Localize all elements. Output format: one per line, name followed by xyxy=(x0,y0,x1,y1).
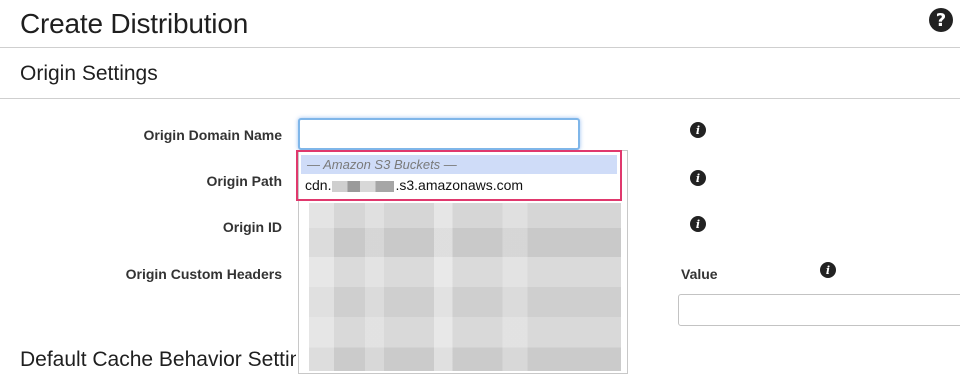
help-icon[interactable]: ? xyxy=(929,8,953,32)
divider xyxy=(0,98,960,99)
page-title: Create Distribution xyxy=(20,8,249,39)
info-icon[interactable]: i xyxy=(690,122,706,138)
highlight-box xyxy=(296,150,622,201)
header-value-input[interactable] xyxy=(678,294,960,326)
origin-id-label: Origin ID xyxy=(222,219,282,235)
blurred-content xyxy=(309,203,621,371)
origin-path-label: Origin Path xyxy=(206,173,282,189)
origin-domain-name-label: Origin Domain Name xyxy=(143,127,282,143)
origin-custom-headers-label: Origin Custom Headers xyxy=(125,266,282,282)
origin-domain-name-input[interactable] xyxy=(298,118,580,150)
info-icon[interactable]: i xyxy=(690,216,706,232)
section-title-origin-settings: Origin Settings xyxy=(20,62,158,85)
info-icon[interactable]: i xyxy=(690,170,706,186)
section-title-default-cache-behavior: Default Cache Behavior Settings xyxy=(20,348,296,371)
header-value-label: Value xyxy=(681,266,718,282)
info-icon[interactable]: i xyxy=(820,262,836,278)
divider xyxy=(0,47,960,48)
